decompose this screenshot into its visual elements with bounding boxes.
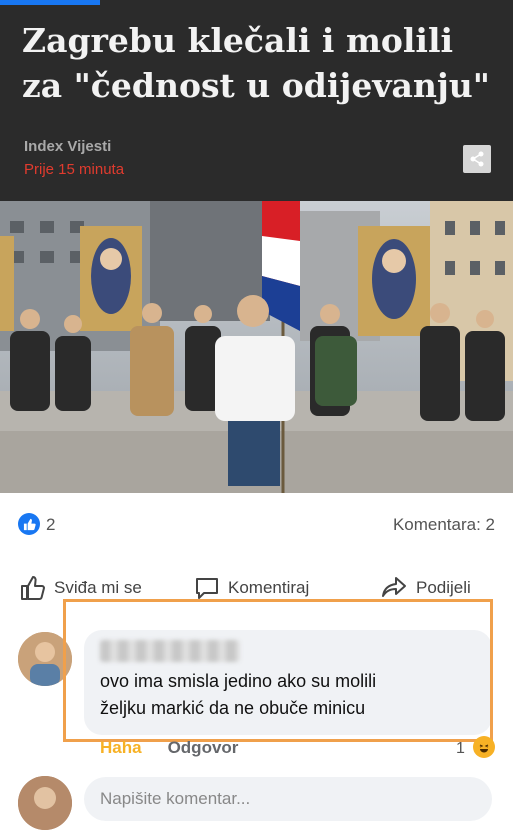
comment-line-1: ovo ima smisla jedino ako su molili [100, 671, 377, 691]
article-photo[interactable] [0, 201, 513, 493]
comments-count[interactable]: Komentara: 2 [393, 515, 495, 535]
reply-button[interactable]: Odgovor [168, 738, 239, 758]
haha-reaction-button[interactable]: Haha [100, 738, 142, 758]
avatar-photo [18, 632, 72, 686]
comment-input[interactable]: Napišite komentar... [84, 777, 492, 821]
like-label: Sviđa mi se [54, 578, 142, 597]
comment-author-blurred[interactable] [100, 640, 240, 662]
comment-input-placeholder: Napišite komentar... [100, 789, 251, 808]
like-outline-icon [21, 576, 45, 600]
comment-line-2: željku markić da ne obuče minicu [100, 698, 366, 718]
like-button[interactable]: Sviđa mi se [20, 575, 142, 601]
current-user-avatar[interactable] [18, 776, 72, 830]
comment-text: ovo ima smisla jedino ako su molili želj… [100, 668, 480, 722]
like-count[interactable]: 2 [46, 515, 55, 535]
article-source[interactable]: Index Vijesti [24, 138, 111, 155]
comment-bubble[interactable]: ovo ima smisla jedino ako su molili želj… [84, 630, 492, 735]
share-action-button[interactable]: Podijeli [380, 575, 471, 601]
laughing-emoji-face [479, 744, 489, 753]
like-reaction[interactable] [18, 513, 40, 535]
avatar[interactable] [18, 632, 72, 686]
headline-line-2: za "čednost u odijevanju" [22, 66, 490, 105]
photo-illustration [0, 201, 513, 493]
article-time: Prije 15 minuta [24, 161, 125, 178]
laughing-emoji-icon[interactable] [473, 736, 495, 758]
share-button[interactable] [463, 145, 491, 173]
article-header: Zagrebu klečali i molili za "čednost u o… [0, 0, 513, 201]
article-headline[interactable]: Zagrebu klečali i molili za "čednost u o… [22, 18, 502, 108]
comment-label: Komentiraj [228, 578, 310, 597]
comment-reaction-count: 1 [456, 740, 465, 757]
thumbs-up-icon [23, 518, 36, 530]
comment-button[interactable]: Komentiraj [194, 575, 309, 601]
share-icon [470, 151, 484, 167]
share-arrow-icon [382, 577, 406, 597]
top-accent-strip [0, 0, 100, 5]
action-bar: Sviđa mi se Komentiraj Podijeli [0, 565, 513, 609]
comment-bubble-icon [196, 578, 218, 599]
headline-line-1: Zagrebu klečali i molili [22, 21, 454, 60]
reaction-stats: 2 Komentara: 2 [0, 505, 513, 545]
comment-item: ovo ima smisla jedino ako su molili želj… [0, 620, 513, 800]
current-user-photo [18, 776, 72, 830]
comment-actions: Haha Odgovor [100, 738, 238, 758]
share-label: Podijeli [416, 578, 471, 597]
